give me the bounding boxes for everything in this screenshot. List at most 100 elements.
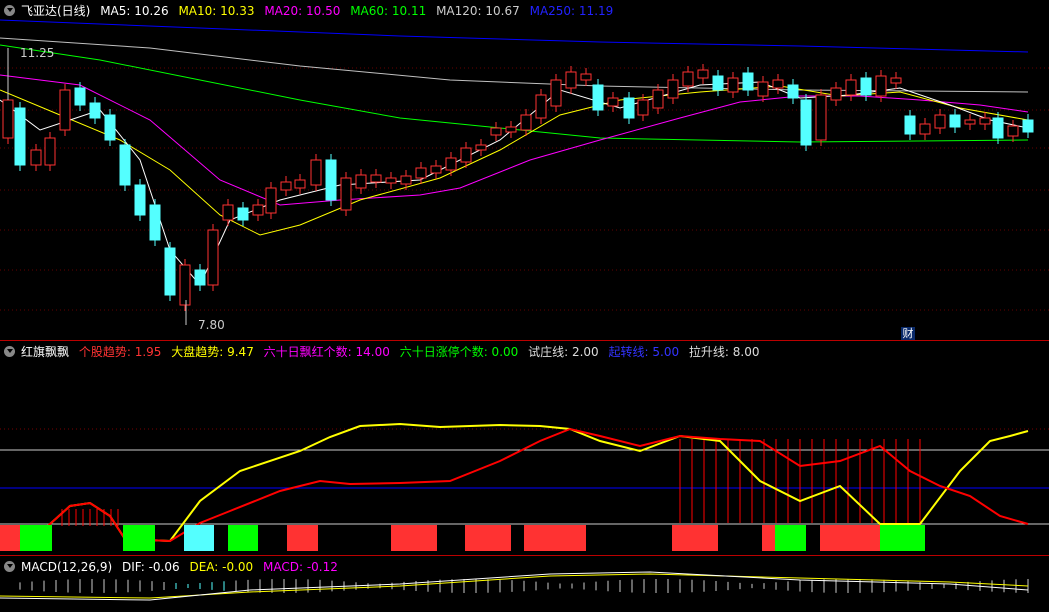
candlestick-chart[interactable] (0, 0, 1049, 340)
candle-body-up (830, 87, 842, 101)
candle-body-up (505, 126, 517, 133)
ma60-value: MA60: 10.11 (350, 4, 427, 18)
candle-body-up (340, 177, 352, 211)
candle-body-up (207, 229, 219, 286)
candle-body-down (164, 247, 176, 296)
candle-body-down (949, 114, 961, 128)
candle-body-up (400, 175, 412, 185)
financial-badge[interactable]: 财 (901, 327, 915, 340)
signal-block (123, 525, 155, 551)
candle-body-up (59, 89, 71, 131)
candle-body-up (580, 73, 592, 81)
candle-body-up (460, 147, 472, 163)
candle-body-up (294, 179, 306, 189)
limit-up-count-value: 六十日涨停个数: 0.00 (399, 345, 519, 359)
macd-title: MACD(12,26,9) (21, 560, 113, 574)
candle-body-down (787, 84, 799, 99)
signal-block (524, 525, 586, 551)
candle-body-up (682, 71, 694, 87)
candle-body-up (890, 77, 902, 84)
chevron-down-icon[interactable] (4, 561, 15, 572)
candle-body-up (415, 167, 427, 179)
candle-body-down (134, 184, 146, 216)
candle-body-up (252, 204, 264, 216)
chevron-down-icon[interactable] (4, 346, 15, 357)
signal-block (465, 525, 511, 551)
signal-block (0, 525, 20, 551)
signal-block (20, 525, 52, 551)
candle-body-up (919, 123, 931, 135)
indicator-chart[interactable] (0, 341, 1049, 555)
candle-body-up (222, 204, 234, 221)
chevron-down-icon[interactable] (4, 5, 15, 16)
candlestick-panel[interactable]: 飞亚达(日线) MA5: 10.26 MA10: 10.33 MA20: 10.… (0, 0, 1049, 340)
candle-body-up (355, 174, 367, 189)
ma20-line (0, 74, 1029, 206)
candle-body-up (607, 97, 619, 107)
candle-body-up (44, 137, 56, 166)
candle-body-down (1022, 119, 1034, 133)
candle-body-up (727, 77, 739, 93)
macd-panel[interactable]: MACD(12,26,9) DIF: -0.06 DEA: -0.00 MACD… (0, 556, 1049, 612)
signal-block (775, 525, 806, 551)
candle-body-down (104, 114, 116, 141)
candle-body-up (30, 149, 42, 166)
signal-block (820, 525, 880, 551)
candle-body-down (74, 87, 86, 106)
candle-body-up (445, 157, 457, 171)
candle-body-up (979, 117, 991, 125)
candle-body-down (800, 99, 812, 146)
candle-body-down (149, 204, 161, 241)
high-price-label: 11.25 (20, 46, 55, 60)
ma250-value: MA250: 11.19 (529, 4, 614, 18)
red-count-value: 六十日飘红个数: 14.00 (263, 345, 390, 359)
candle-body-down (325, 159, 337, 201)
candle-body-up (475, 144, 487, 151)
ma20-value: MA20: 10.50 (264, 4, 341, 18)
signal-block (762, 525, 775, 551)
candle-body-up (964, 119, 976, 125)
candle-body-up (845, 79, 857, 96)
candle-body-up (179, 264, 191, 306)
market-trend-value: 大盘趋势: 9.47 (171, 345, 254, 359)
candle-body-down (992, 117, 1004, 139)
ma250-line (0, 19, 1029, 53)
macd-legend: MACD(12,26,9) DIF: -0.06 DEA: -0.00 MACD… (4, 559, 344, 575)
indicator-panel[interactable]: 红旗飘飘 个股趋势: 1.95 大盘趋势: 9.47 六十日飘红个数: 14.0… (0, 341, 1049, 555)
candle-body-up (637, 99, 649, 116)
signal-block (672, 525, 718, 551)
candle-body-up (550, 79, 562, 107)
candle-body-up (1007, 125, 1019, 137)
candle-body-down (14, 107, 26, 166)
yellow-trend-line (0, 422, 1029, 543)
candle-body-up (2, 99, 14, 139)
candle-body-down (904, 115, 916, 135)
signal-block (287, 525, 318, 551)
signal-block (228, 525, 258, 551)
ma5-line (0, 81, 1029, 286)
candle-body-down (623, 97, 635, 119)
candle-body-up (667, 79, 679, 99)
ma120-value: MA120: 10.67 (436, 4, 520, 18)
signal-block (184, 525, 214, 551)
candle-body-up (815, 94, 827, 141)
rise-line-value: 拉升线: 8.00 (688, 345, 760, 359)
ma10-value: MA10: 10.33 (178, 4, 255, 18)
dif-value: DIF: -0.06 (121, 560, 180, 574)
signal-block (391, 525, 437, 551)
turn-line-value: 起转线: 5.00 (608, 345, 680, 359)
stock-trend-value: 个股趋势: 1.95 (78, 345, 162, 359)
candle-body-down (194, 269, 206, 286)
candle-body-up (772, 79, 784, 89)
dea-line (0, 573, 1029, 599)
signal-block (880, 525, 925, 551)
candle-body-down (237, 207, 249, 221)
dif-line (0, 571, 1029, 601)
candle-body-up (490, 127, 502, 136)
macd-value: MACD: -0.12 (263, 560, 338, 574)
candle-body-up (535, 94, 547, 119)
candle-body-up (310, 159, 322, 186)
candle-body-down (119, 144, 131, 186)
candle-body-down (742, 72, 754, 91)
candle-body-down (860, 77, 872, 96)
